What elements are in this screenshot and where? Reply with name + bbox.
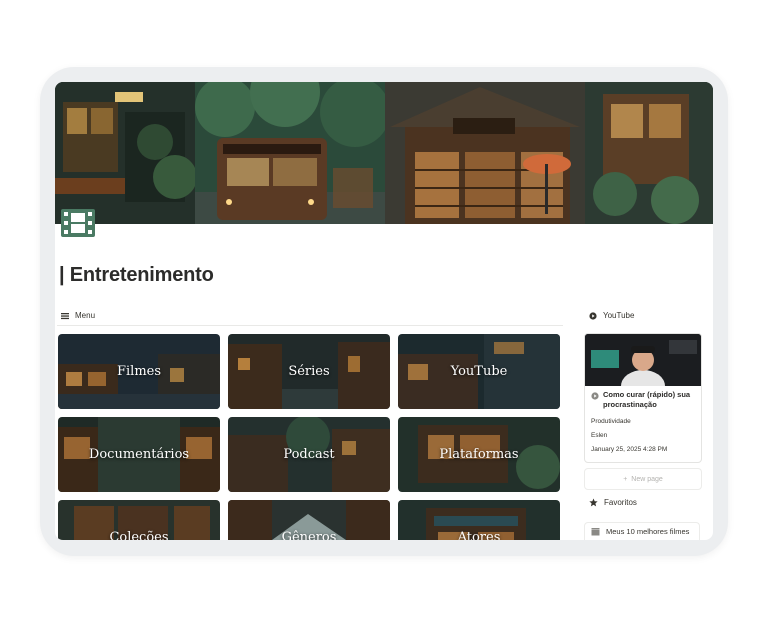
- gallery-card-label: Gêneros: [281, 530, 337, 540]
- divider: [57, 325, 563, 326]
- gallery-card-documentarios[interactable]: Documentários: [58, 417, 220, 492]
- gallery-card-filmes[interactable]: Filmes: [58, 334, 220, 409]
- gallery-card-colecoes[interactable]: Coleções: [58, 500, 220, 540]
- video-thumbnail: [585, 334, 701, 386]
- gallery-card-label: Séries: [288, 364, 330, 379]
- gallery-card-label: Atores: [457, 530, 501, 540]
- youtube-video-card[interactable]: Como curar (rápido) sua procrastinação P…: [584, 333, 702, 463]
- gallery-card-label: Podcast: [283, 447, 335, 462]
- favorite-item[interactable]: Meus 10 melhores filmes: [584, 522, 700, 540]
- video-date: January 25, 2025 4:28 PM: [591, 446, 668, 453]
- gallery-card-series[interactable]: Séries: [228, 334, 390, 409]
- new-page-label: New page: [631, 475, 663, 483]
- video-title: Como curar (rápido) sua procrastinação: [603, 390, 691, 409]
- clapperboard-icon: [591, 528, 600, 536]
- star-icon: [589, 498, 598, 507]
- cover-image: [55, 82, 713, 224]
- list-icon: [61, 312, 69, 319]
- favorites-header-label: Favoritos: [604, 498, 637, 507]
- youtube-view-tab[interactable]: YouTube: [589, 311, 634, 320]
- favorites-view-tab[interactable]: Favoritos: [589, 498, 637, 507]
- play-icon: [591, 392, 599, 400]
- gallery-card-generos[interactable]: Gêneros: [228, 500, 390, 540]
- youtube-header-label: YouTube: [603, 311, 635, 320]
- menu-header-label: Menu: [75, 311, 96, 320]
- gallery-card-atores[interactable]: Atores: [398, 500, 560, 540]
- plus-icon: +: [623, 475, 628, 483]
- film-strip-icon: [61, 209, 95, 237]
- notion-page: | Entretenimento Menu Filmes Séries YouT…: [55, 82, 713, 540]
- gallery-card-label: YouTube: [450, 364, 508, 379]
- video-channel: Eslen: [591, 432, 608, 439]
- gallery-card-youtube[interactable]: YouTube: [398, 334, 560, 409]
- favorite-item-label: Meus 10 melhores filmes: [606, 527, 690, 536]
- gallery-card-label: Coleções: [109, 530, 169, 540]
- video-category: Produtividade: [591, 418, 631, 425]
- page-title: | Entretenimento: [59, 264, 214, 286]
- play-circle-icon: [589, 311, 597, 320]
- gallery-card-plataformas[interactable]: Plataformas: [398, 417, 560, 492]
- new-page-button[interactable]: + New page: [584, 468, 702, 490]
- gallery-card-podcast[interactable]: Podcast: [228, 417, 390, 492]
- menu-view-tab[interactable]: Menu: [61, 311, 561, 320]
- gallery-card-label: Plataformas: [439, 447, 519, 462]
- gallery-card-label: Filmes: [116, 364, 162, 379]
- gallery-card-label: Documentários: [88, 447, 190, 462]
